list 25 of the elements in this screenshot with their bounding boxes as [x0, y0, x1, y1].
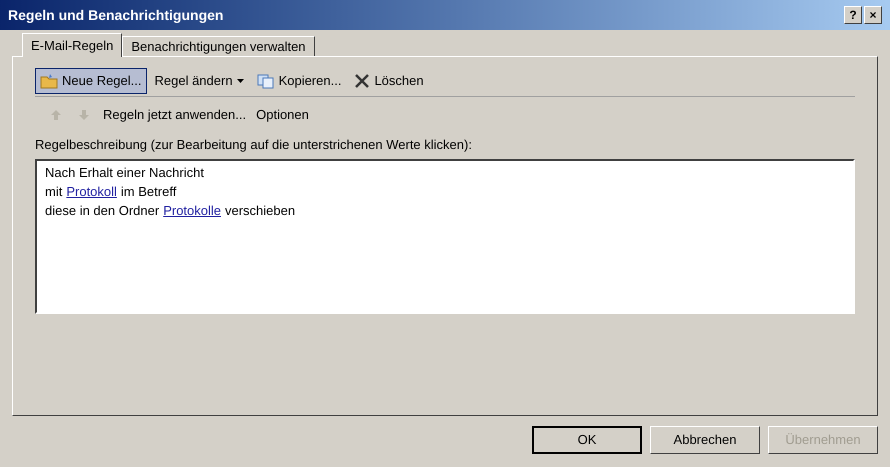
rule-text: im Betreff	[120, 182, 176, 200]
toolbar-button[interactable]: Regeln jetzt anwenden...	[103, 105, 246, 125]
caret-icon	[236, 78, 244, 82]
window-title: Regeln und Benachrichtigungen	[8, 6, 224, 25]
folder-icon	[40, 72, 58, 88]
tab[interactable]: Benachrichtigungen verwalten	[122, 36, 315, 56]
delete-icon	[354, 72, 370, 88]
copy-icon	[256, 72, 275, 88]
rule-text: mit	[45, 182, 62, 200]
rule-text: verschieben	[225, 202, 296, 220]
rule-value-link[interactable]: Protokoll	[66, 182, 117, 200]
help-button[interactable]: ?	[844, 6, 862, 24]
toolbar-button[interactable]: Neue Regel...	[35, 68, 146, 94]
dialog-button[interactable]: OK	[532, 426, 642, 454]
rule-text: Nach Erhalt einer Nachricht	[45, 164, 204, 182]
close-button[interactable]: ×	[864, 6, 882, 24]
tab[interactable]: E-Mail-Regeln	[22, 33, 122, 57]
toolbar-button[interactable]: Regel ändern	[150, 68, 249, 94]
rule-value-link[interactable]: Protokolle	[163, 200, 221, 220]
toolbar-button[interactable]: Optionen	[256, 105, 309, 125]
toolbar-button[interactable]: Löschen	[349, 68, 429, 94]
dialog-button[interactable]: Abbrechen	[650, 426, 760, 454]
rule-text: diese in den Ordner	[45, 202, 160, 220]
description-label: Regelbeschreibung (zur Bearbeitung auf die unterstrichenen Werte klicken):	[35, 136, 473, 154]
toolbar-button[interactable]: Kopieren...	[252, 68, 346, 94]
